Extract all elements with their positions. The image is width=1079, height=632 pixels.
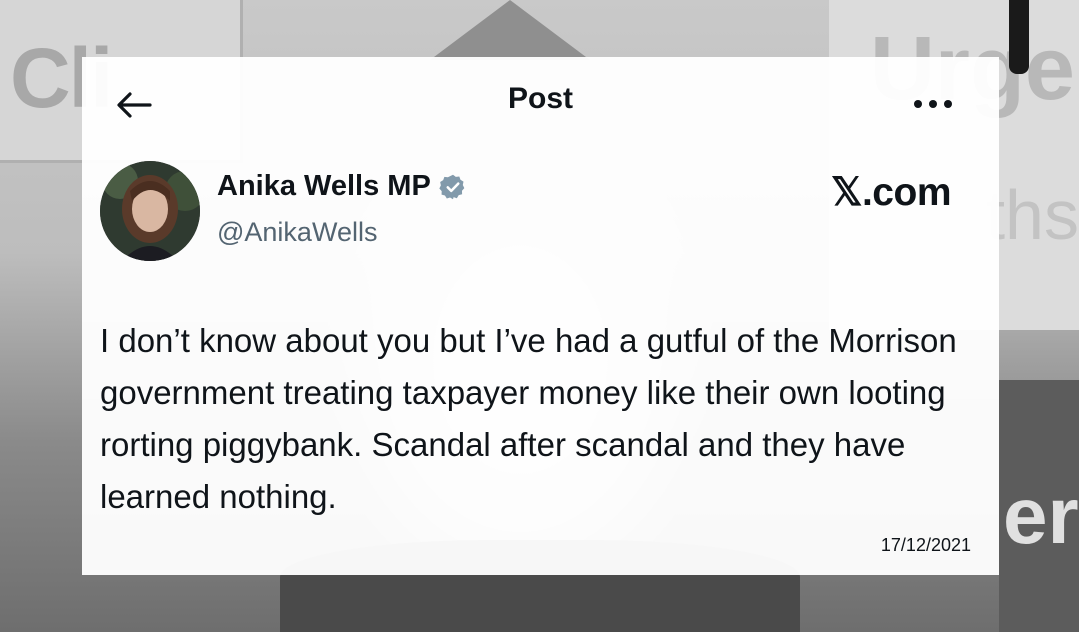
- more-options-button[interactable]: [911, 89, 955, 119]
- xcom-watermark: 𝕏.com: [831, 171, 951, 214]
- avatar-image: [100, 161, 200, 261]
- post-header: Post: [82, 57, 999, 147]
- post-text: I don’t know about you but I’ve had a gu…: [100, 322, 957, 515]
- background-banner-right: er: [999, 380, 1079, 632]
- author-name-row: Anika Wells MP: [217, 170, 467, 203]
- page-title: Post: [507, 82, 573, 115]
- verified-badge-icon: [439, 174, 465, 199]
- author-name[interactable]: Anika Wells MP: [217, 170, 431, 203]
- post-card: Post Anika Wells MP @AnikaWells 𝕏.com I …: [82, 57, 999, 575]
- avatar[interactable]: [100, 161, 200, 261]
- scrollbar[interactable]: [1009, 0, 1029, 74]
- background-party-hat: [430, 0, 590, 60]
- more-horizontal-icon: [914, 100, 952, 108]
- author-handle[interactable]: @AnikaWells: [217, 217, 377, 248]
- post-date: 17/12/2021: [880, 535, 971, 555]
